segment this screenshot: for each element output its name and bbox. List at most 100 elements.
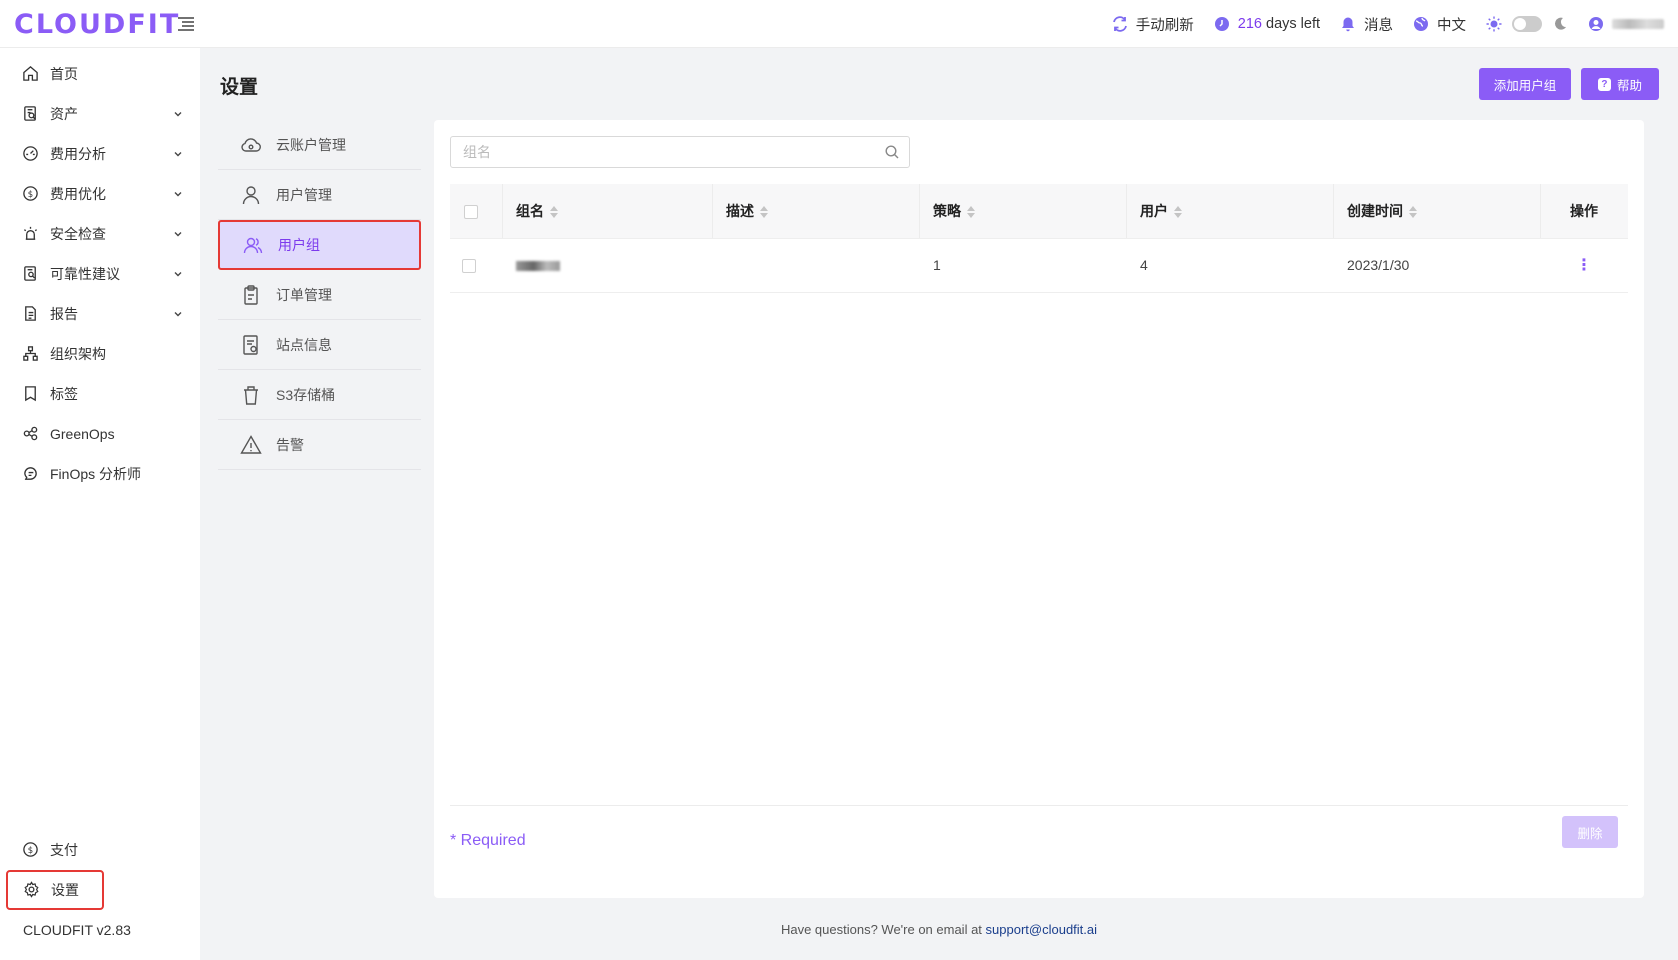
sidebar-item-report[interactable]: 报告 [0, 294, 200, 334]
sidebar-item-finops[interactable]: FinOps 分析师 [0, 454, 200, 494]
dollar-icon: $ [22, 185, 40, 203]
help-button[interactable]: ? 帮助 [1581, 68, 1659, 100]
cloud-icon [240, 134, 262, 156]
row-checkbox[interactable] [462, 259, 476, 274]
theme-switch[interactable] [1486, 16, 1568, 32]
sidebar-item-alarm[interactable]: 安全检查 [0, 214, 200, 254]
user-menu[interactable] [1588, 16, 1664, 32]
days-left-count: 216 [1237, 16, 1262, 32]
sidebar-item-label: 安全检查 [50, 226, 106, 242]
sidebar-item-dashboard[interactable]: 费用分析 [0, 134, 200, 174]
sidebar-bottom: $ 支付 设置 CLOUDFIT v2.83 [0, 830, 200, 960]
chevron-down-icon[interactable] [172, 188, 184, 200]
sort-icon[interactable] [1174, 206, 1182, 219]
row-select-cell [450, 238, 502, 293]
theme-toggle[interactable] [1512, 16, 1542, 32]
group-name-cell [502, 238, 712, 293]
panel-divider [450, 805, 1628, 806]
asset-icon [22, 105, 40, 123]
settings-tab-user-group[interactable]: 用户组 [218, 220, 421, 270]
settings-tab-site[interactable]: 站点信息 [218, 320, 421, 370]
user-icon [240, 184, 262, 206]
column-header-created[interactable]: 创建时间 [1333, 184, 1540, 239]
column-header-policies[interactable]: 策略 [919, 184, 1126, 239]
redacted-username [1612, 19, 1664, 29]
page-footer: Have questions? We're on email at suppor… [0, 922, 1678, 937]
sidebar-item-label: 报告 [50, 306, 78, 322]
group-name-search-input[interactable] [450, 136, 910, 168]
redacted-group-name [516, 261, 560, 272]
table-header-row: 组名 描述 策略 用户 创建时间 操作 [450, 184, 1628, 239]
sidebar-item-home[interactable]: 首页 [0, 54, 200, 94]
delete-button[interactable]: 删除 [1562, 816, 1618, 848]
moon-icon [1555, 17, 1566, 30]
help-label: 帮助 [1616, 78, 1642, 93]
messages-button[interactable]: 消息 [1340, 14, 1393, 35]
select-all-cell [450, 184, 502, 239]
report-icon [22, 305, 40, 323]
contact-text: Have questions? We're on email at [780, 922, 982, 937]
dashboard-icon [22, 145, 40, 163]
sidebar-item-label: 支付 [50, 842, 78, 858]
refresh-label: 手动刷新 [1135, 17, 1194, 34]
settings-tab-user[interactable]: 用户管理 [218, 170, 421, 220]
header-actions: 手动刷新 216 days left 消息 中文 [1112, 0, 1664, 48]
sun-icon [1486, 16, 1502, 32]
settings-tab-warning[interactable]: 告警 [218, 420, 421, 470]
select-all-checkbox[interactable] [464, 204, 478, 219]
chevron-down-icon[interactable] [172, 108, 184, 120]
menu-toggle-icon[interactable] [176, 14, 196, 34]
sidebar-item-asset[interactable]: 资产 [0, 94, 200, 134]
column-header-description[interactable]: 描述 [712, 184, 919, 239]
svg-text:$: $ [28, 190, 33, 200]
sidebar-item-pay[interactable]: $ 支付 [0, 830, 200, 870]
language-label: 中文 [1437, 17, 1466, 34]
alarm-icon [22, 225, 40, 243]
column-header-name[interactable]: 组名 [502, 184, 712, 239]
home-icon [22, 65, 40, 83]
sidebar-nav: 首页 资产 费用分析 $ 费用优化 安全检查 可靠性建议 报告 组织架构 标签 … [0, 48, 200, 494]
more-actions-icon[interactable]: ⋮ [1576, 257, 1592, 274]
sort-icon[interactable] [967, 206, 975, 219]
manual-refresh-button[interactable]: 手动刷新 [1112, 14, 1194, 35]
column-header-users[interactable]: 用户 [1126, 184, 1333, 239]
settings-submenu: 云账户管理 用户管理 用户组 订单管理 站点信息 S3存储桶 告警 [218, 120, 421, 470]
sidebar-item-greenops[interactable]: GreenOps [0, 414, 200, 454]
column-label: 描述 [726, 202, 754, 219]
support-email-link[interactable]: support@cloudfit.ai [986, 922, 1097, 937]
required-note: * Required [450, 832, 526, 849]
greenops-icon [22, 425, 40, 443]
sidebar-item-tag[interactable]: 标签 [0, 374, 200, 414]
chevron-down-icon[interactable] [172, 268, 184, 280]
chevron-down-icon[interactable] [172, 228, 184, 240]
table-row[interactable]: 1 4 2023/1/30 ⋮ [450, 238, 1628, 293]
add-user-group-button[interactable]: 添加用户组 [1479, 68, 1571, 100]
settings-tab-bucket[interactable]: S3存储桶 [218, 370, 421, 420]
cloudfit-logo[interactable]: CLOUDFIT [14, 9, 180, 40]
sidebar-item-settings[interactable]: 设置 [6, 870, 104, 910]
sidebar-item-label: 费用分析 [50, 146, 106, 162]
settings-tab-clipboard[interactable]: 订单管理 [218, 270, 421, 320]
site-icon [240, 334, 262, 356]
chevron-down-icon[interactable] [172, 308, 184, 320]
sidebar-item-label: 设置 [51, 882, 79, 898]
chevron-down-icon[interactable] [172, 148, 184, 160]
sort-icon[interactable] [1409, 206, 1417, 219]
settings-tab-label: 用户管理 [276, 186, 332, 203]
language-switcher[interactable]: 中文 [1413, 14, 1466, 35]
created-cell: 2023/1/30 [1333, 238, 1540, 293]
settings-tab-cloud[interactable]: 云账户管理 [218, 120, 421, 170]
sort-icon[interactable] [760, 206, 768, 219]
clock-icon [1214, 17, 1229, 31]
user-group-table: 组名 描述 策略 用户 创建时间 操作 1 4 2023/1/30 ⋮ [450, 184, 1628, 293]
sidebar-item-dollar[interactable]: $ 费用优化 [0, 174, 200, 214]
search-icon[interactable] [884, 144, 900, 160]
sidebar: 首页 资产 费用分析 $ 费用优化 安全检查 可靠性建议 报告 组织架构 标签 … [0, 48, 200, 960]
sort-icon[interactable] [550, 206, 558, 219]
license-days-left: 216 days left [1214, 16, 1320, 32]
sidebar-item-label: 可靠性建议 [50, 266, 120, 282]
sidebar-item-doc-search[interactable]: 可靠性建议 [0, 254, 200, 294]
question-icon: ? [1597, 77, 1611, 91]
settings-tab-label: S3存储桶 [276, 386, 336, 403]
sidebar-item-org[interactable]: 组织架构 [0, 334, 200, 374]
